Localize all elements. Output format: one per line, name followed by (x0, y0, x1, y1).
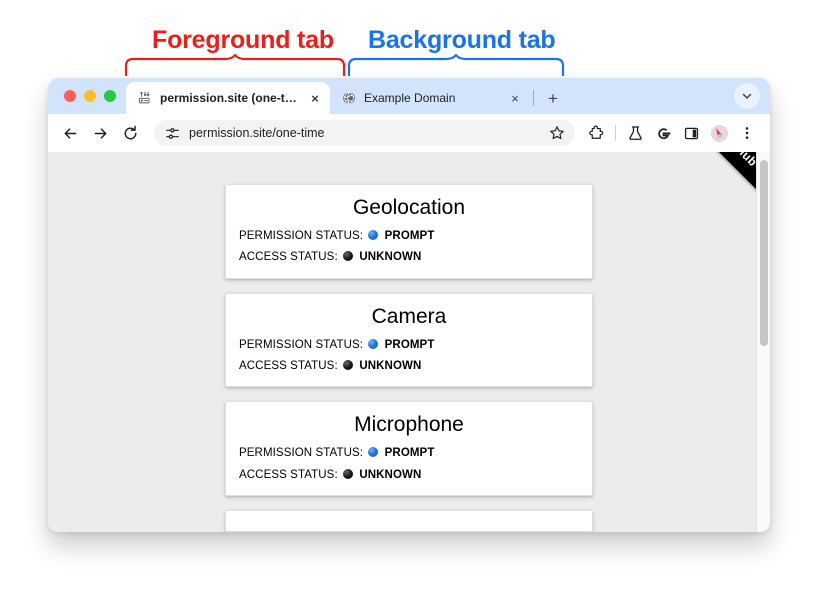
back-button[interactable] (56, 119, 84, 147)
page-content: Geolocation PERMISSION STATUS: PROMPT AC… (48, 152, 770, 532)
access-status-label: ACCESS STATUS: (239, 360, 338, 373)
side-panel-icon[interactable] (678, 120, 704, 146)
three-dot-menu-icon[interactable] (734, 120, 760, 146)
card-title: Camera (371, 304, 447, 328)
flask-icon[interactable] (622, 120, 648, 146)
reload-icon (124, 125, 136, 139)
permission-status-label: PERMISSION STATUS: (239, 230, 364, 243)
permission-status-dot (368, 447, 379, 458)
minimize-window-button[interactable] (84, 90, 96, 102)
background-tab-brace (347, 54, 565, 76)
close-tab-button[interactable]: × (507, 90, 523, 106)
permission-status-value: PROMPT (384, 230, 435, 243)
access-status-value: UNKNOWN (359, 360, 422, 373)
foreground-tab-brace (124, 54, 346, 76)
forward-button[interactable] (86, 119, 114, 147)
access-status-dot (343, 360, 354, 371)
permission-card-camera: Camera PERMISSION STATUS: PROMPT ACCESS … (225, 292, 593, 388)
tab-search-button[interactable] (734, 83, 760, 109)
chevron-down-icon (742, 93, 752, 99)
access-status-value: UNKNOWN (359, 251, 422, 264)
window-controls (58, 78, 126, 114)
tab-title: permission.site (one-time) (160, 91, 300, 105)
page-viewport: On GitHub Geolocation PERMISSION STATUS:… (48, 152, 770, 532)
globe-icon (341, 90, 357, 106)
access-status-label: ACCESS STATUS: (239, 251, 338, 264)
card-title: Geolocation (352, 196, 466, 219)
permission-status-label: PERMISSION STATUS: (239, 338, 364, 351)
browser-toolbar: permission.site/one-time (48, 114, 770, 152)
access-status-label: ACCESS STATUS: (239, 468, 338, 481)
permission-card-geolocation: Geolocation PERMISSION STATUS: PROMPT AC… (225, 184, 593, 279)
scrollbar-thumb[interactable] (760, 160, 768, 346)
browser-window: permission.site (one-time) × Example Dom… (48, 78, 770, 532)
avatar-icon[interactable] (706, 120, 732, 146)
permission-status-dot (368, 338, 379, 349)
tab-permission-site[interactable]: permission.site (one-time) × (126, 82, 330, 114)
star-icon[interactable] (547, 123, 567, 143)
access-status-row: ACCESS STATUS: UNKNOWN (226, 356, 592, 377)
site-settings-icon[interactable] (163, 124, 181, 142)
card-title: Microphone (354, 413, 464, 437)
permission-status-value: PROMPT (384, 338, 435, 351)
permission-status-row: PERMISSION STATUS: PROMPT (226, 443, 592, 464)
tab-strip: permission.site (one-time) × Example Dom… (48, 78, 770, 114)
access-status-value: UNKNOWN (359, 468, 422, 481)
tab-title: Example Domain (364, 91, 456, 105)
extensions-icon[interactable] (583, 120, 609, 146)
access-status-dot (343, 251, 354, 262)
close-tab-button[interactable]: × (307, 90, 323, 106)
foreground-tab-annotation-label: Foreground tab (152, 26, 334, 54)
tab-example-domain[interactable]: Example Domain × (330, 82, 530, 114)
permission-card-next-partial (225, 510, 593, 532)
permission-status-label: PERMISSION STATUS: (239, 447, 364, 460)
permission-status-value: PROMPT (384, 447, 435, 460)
permission-site-favicon (137, 90, 153, 106)
arrow-right-icon (94, 127, 106, 139)
new-tab-button[interactable]: + (541, 86, 565, 110)
maximize-window-button[interactable] (104, 90, 116, 102)
address-bar[interactable]: permission.site/one-time (154, 120, 575, 146)
permission-status-row: PERMISSION STATUS: PROMPT (226, 335, 592, 356)
close-window-button[interactable] (64, 90, 76, 102)
access-status-row: ACCESS STATUS: UNKNOWN (226, 465, 592, 486)
page-scrollbar[interactable] (756, 152, 770, 532)
permission-status-dot (368, 230, 379, 241)
access-status-row: ACCESS STATUS: UNKNOWN (226, 247, 592, 268)
tab-divider (533, 90, 534, 106)
google-g-icon[interactable] (650, 120, 676, 146)
arrow-left-icon (64, 127, 76, 139)
reload-button[interactable] (116, 119, 144, 147)
permission-status-row: PERMISSION STATUS: PROMPT (226, 226, 592, 247)
background-tab-annotation-label: Background tab (368, 26, 556, 54)
permission-card-microphone: Microphone PERMISSION STATUS: PROMPT ACC… (225, 401, 593, 497)
access-status-dot (343, 468, 354, 479)
url-text: permission.site/one-time (189, 126, 325, 140)
toolbar-divider (615, 125, 616, 141)
